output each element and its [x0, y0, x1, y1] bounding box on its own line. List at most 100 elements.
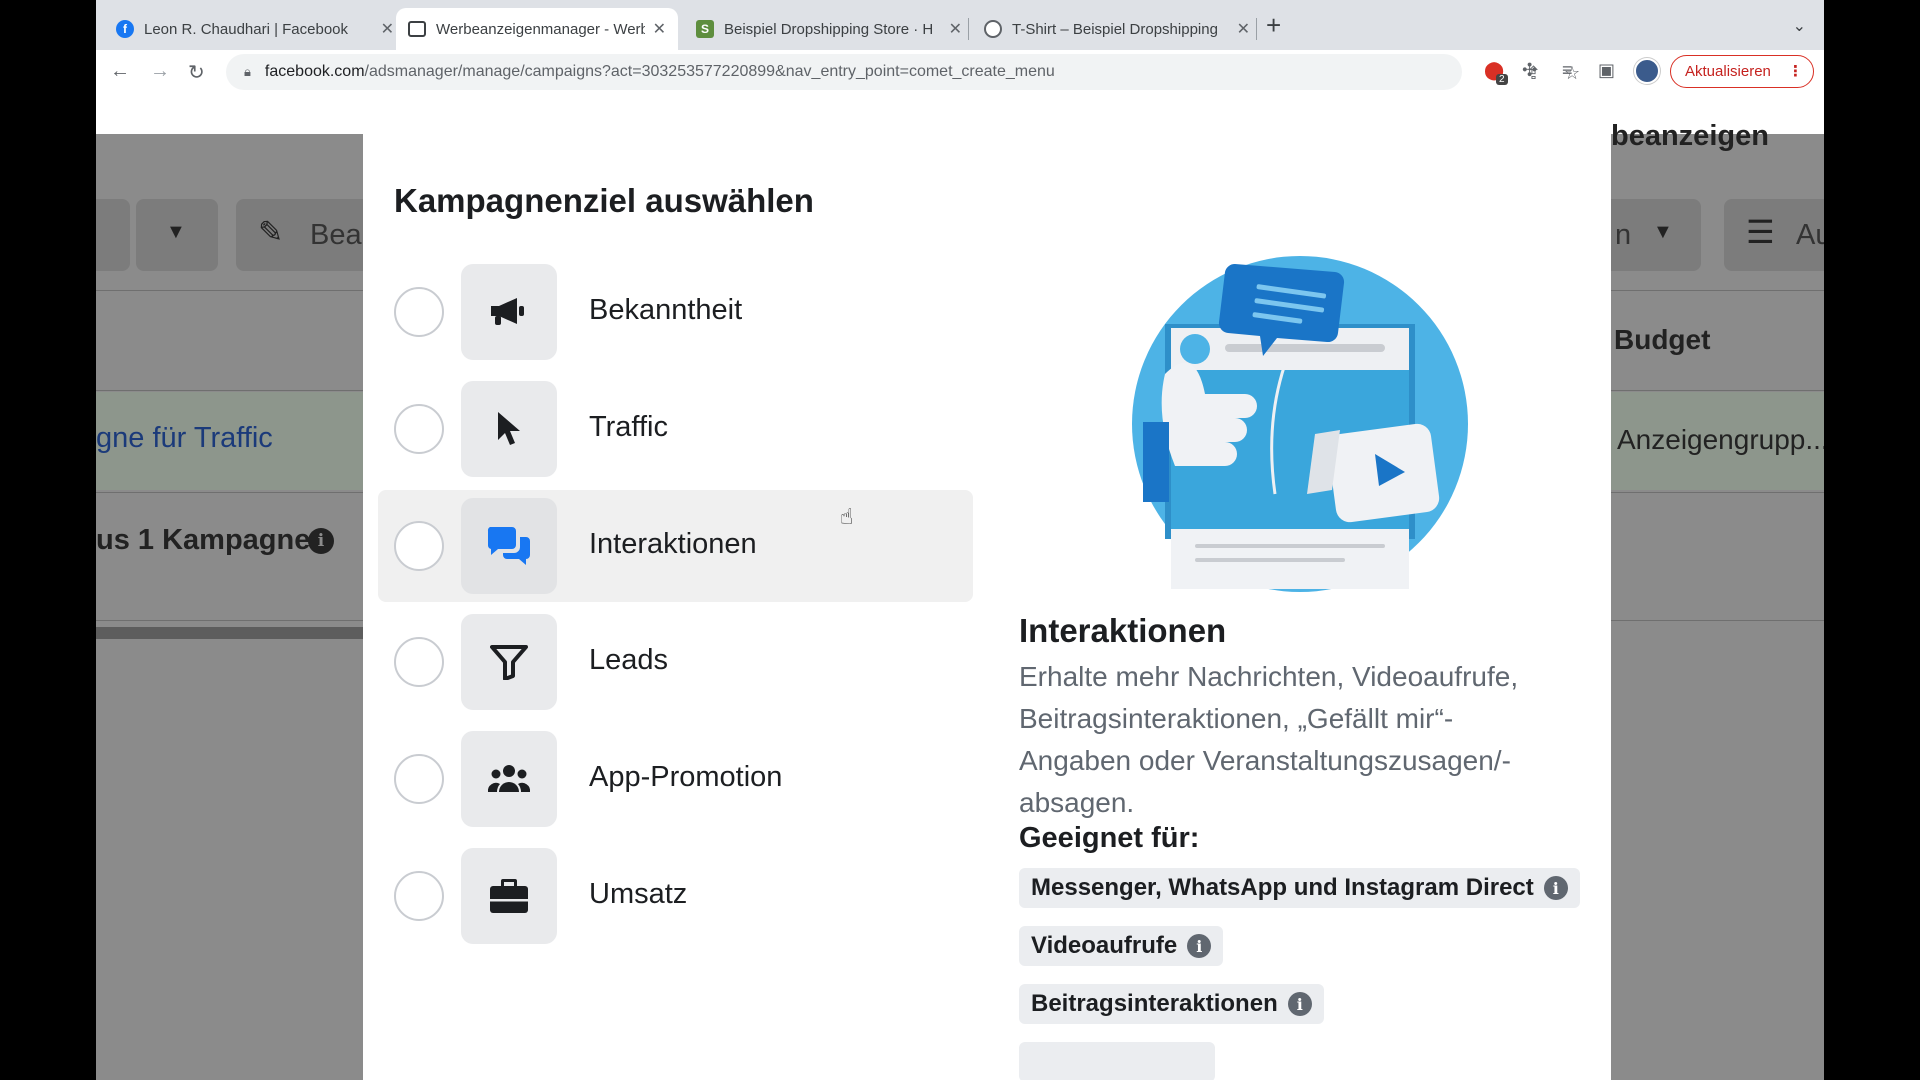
- filter-icon: [461, 614, 557, 710]
- close-icon[interactable]: ✕: [381, 19, 394, 39]
- tab-ads-manager[interactable]: Werbeanzeigenmanager - Werb ✕: [396, 8, 678, 50]
- update-button[interactable]: Aktualisieren ⋮: [1670, 55, 1814, 88]
- bg-divider: [1611, 290, 1824, 291]
- engagement-illustration: [1132, 256, 1468, 592]
- forward-arrow-icon[interactable]: →: [150, 60, 170, 83]
- option-label: Leads: [589, 644, 669, 676]
- caret-down-icon: ▼: [166, 221, 186, 243]
- bg-divider: [96, 620, 363, 621]
- bg-columns-label: Au: [1796, 219, 1824, 251]
- radio-umsatz[interactable]: [394, 871, 444, 921]
- bg-scrollbar: [96, 627, 363, 639]
- option-traffic[interactable]: Traffic: [378, 373, 973, 485]
- close-icon[interactable]: ✕: [653, 19, 666, 39]
- option-label: Umsatz: [589, 878, 688, 910]
- extension-badge: 2: [1496, 74, 1508, 85]
- info-icon[interactable]: i: [1187, 934, 1212, 958]
- side-panel-icon[interactable]: ▣: [1598, 60, 1615, 81]
- briefcase-icon: [461, 848, 557, 944]
- info-icon: i: [308, 528, 334, 554]
- bg-divider: [96, 290, 363, 291]
- tab-title: Leon R. Chaudhari | Facebook: [144, 20, 349, 38]
- more-vert-icon: ⋮: [1788, 63, 1803, 80]
- tab-title: Beispiel Dropshipping Store · H: [724, 20, 934, 38]
- radio-leads[interactable]: [394, 637, 444, 687]
- reload-icon[interactable]: ↻: [188, 60, 205, 85]
- bg-budget-header: Budget: [1614, 324, 1711, 355]
- option-leads[interactable]: Leads: [378, 606, 973, 718]
- cursor-icon: [461, 381, 557, 477]
- campaign-objective-dialog: Kampagnenziel auswählen Bekanntheit Traf…: [363, 134, 1611, 1080]
- option-umsatz[interactable]: Umsatz: [378, 840, 973, 952]
- option-bekanntheit[interactable]: Bekanntheit: [378, 256, 973, 368]
- lock-icon: 🔒︎: [244, 64, 251, 79]
- caret-down-icon: ▼: [1653, 221, 1673, 243]
- profile-avatar[interactable]: [1634, 58, 1660, 84]
- tab-search-chevron-icon[interactable]: ⌄: [1793, 16, 1806, 36]
- bg-edit-button: ✎ Bear: [236, 199, 371, 271]
- close-icon[interactable]: ✕: [949, 19, 962, 39]
- hand-cursor-icon: ☝︎: [840, 504, 854, 529]
- reading-list-icon[interactable]: ≡: [1562, 60, 1573, 81]
- radio-traffic[interactable]: [394, 404, 444, 454]
- option-label: Bekanntheit: [589, 294, 743, 326]
- bg-divider: [96, 390, 363, 391]
- bg-divider: [1611, 390, 1824, 391]
- option-label: Interaktionen: [589, 528, 757, 560]
- tab-bar: f Leon R. Chaudhari | Facebook ✕ Werbean…: [96, 0, 1824, 50]
- option-interaktionen[interactable]: Interaktionen: [378, 490, 973, 602]
- bg-adset-cell: Anzeigengrupp...: [1617, 424, 1824, 455]
- tab-shopify-store[interactable]: S Beispiel Dropshipping Store · H ✕: [684, 8, 974, 50]
- option-label: Traffic: [589, 411, 668, 443]
- bg-divider: [1611, 620, 1824, 621]
- radio-bekanntheit[interactable]: [394, 287, 444, 337]
- tab-separator: [968, 18, 969, 40]
- info-icon[interactable]: i: [1287, 992, 1312, 1016]
- chat-bubbles-icon: [461, 498, 557, 594]
- update-label: Aktualisieren: [1685, 63, 1771, 80]
- detail-description: Erhalte mehr Nachrichten, Videoaufrufe, …: [1019, 661, 1519, 818]
- bg-columns-button: ☰ Au: [1724, 199, 1824, 271]
- chip-videoaufrufe: Videoaufrufe i: [1019, 926, 1224, 966]
- new-tab-button[interactable]: +: [1266, 12, 1281, 38]
- url-host: facebook.com: [264, 63, 365, 80]
- tab-tshirt[interactable]: T-Shirt – Beispiel Dropshipping ✕: [972, 8, 1262, 50]
- tab-title: T-Shirt – Beispiel Dropshipping: [1012, 20, 1218, 38]
- bg-filter-button: n ▼: [1611, 199, 1701, 271]
- tab-title: Werbeanzeigenmanager - Werb: [436, 20, 645, 38]
- ads-manager-icon: [408, 21, 426, 37]
- facebook-icon: f: [116, 20, 134, 38]
- info-icon[interactable]: i: [1543, 876, 1568, 900]
- chip-messenger: Messenger, WhatsApp und Instagram Direct…: [1019, 868, 1580, 908]
- pencil-icon: ✎: [258, 216, 284, 249]
- tab-separator: [1256, 18, 1257, 40]
- puzzle-extensions-icon[interactable]: ✣: [1522, 60, 1537, 81]
- bg-dropdown-button: ▼: [136, 199, 218, 271]
- option-app-promotion[interactable]: App-Promotion: [378, 723, 973, 835]
- tab-facebook[interactable]: f Leon R. Chaudhari | Facebook ✕: [104, 8, 406, 50]
- address-bar[interactable]: 🔒︎ facebook.com/adsmanager/manage/campai…: [226, 54, 1580, 90]
- close-icon[interactable]: ✕: [1237, 19, 1250, 39]
- chip-beitragsinteraktionen: Beitragsinteraktionen i: [1019, 984, 1324, 1024]
- people-icon: [461, 731, 557, 827]
- detail-title: Interaktionen: [1019, 612, 1227, 649]
- bg-header-right: beanzeigen: [1611, 120, 1769, 152]
- dialog-title: Kampagnenziel auswählen: [394, 182, 814, 219]
- radio-interaktionen[interactable]: [394, 521, 444, 571]
- url-path: /adsmanager/manage/campaigns?act=3032535…: [364, 63, 1055, 80]
- bg-divider: [1611, 492, 1824, 493]
- suited-for-label: Geeignet für:: [1019, 822, 1200, 854]
- browser-toolbar: ← → ↻ 🔒︎ facebook.com/adsmanager/manage/…: [96, 50, 1824, 94]
- bg-divider: [96, 492, 363, 493]
- chip-partially-visible: [1019, 1042, 1215, 1080]
- columns-icon: ☰: [1746, 214, 1775, 250]
- chip-label: Videoaufrufe: [1031, 932, 1178, 959]
- option-label: App-Promotion: [589, 761, 783, 793]
- chip-label: Beitragsinteraktionen: [1031, 990, 1278, 1017]
- bg-campaign-count: us 1 Kampagne: [96, 524, 311, 556]
- screen: f Leon R. Chaudhari | Facebook ✕ Werbean…: [96, 0, 1824, 1080]
- bg-filter-label: n: [1615, 219, 1632, 251]
- back-arrow-icon[interactable]: ←: [110, 60, 130, 83]
- radio-app-promotion[interactable]: [394, 754, 444, 804]
- megaphone-icon: [461, 264, 557, 360]
